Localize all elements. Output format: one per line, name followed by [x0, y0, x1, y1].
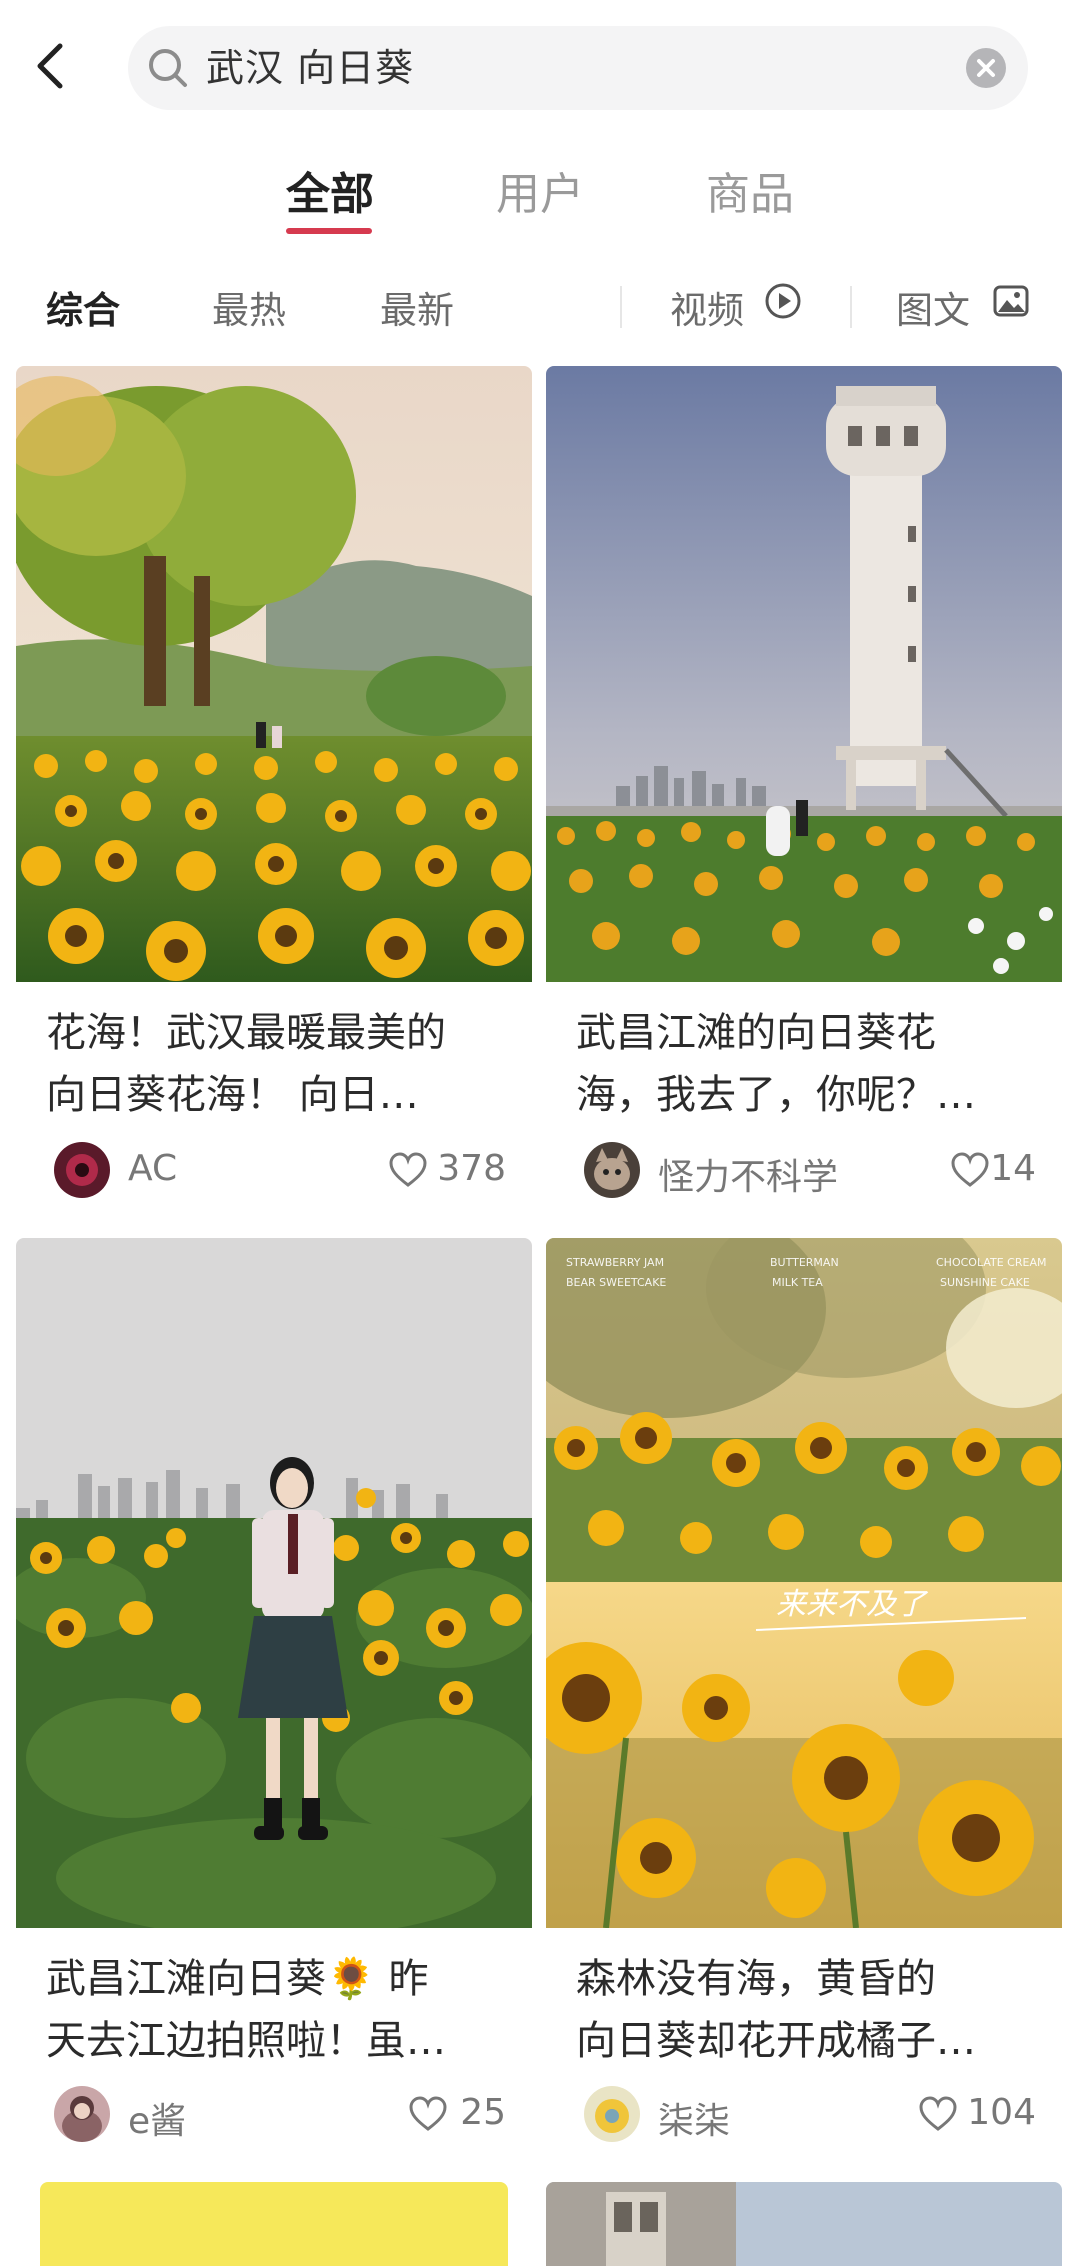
author-name[interactable]: 柒柒 — [658, 2092, 730, 2144]
photo-text: MILK TEA — [772, 1276, 823, 1289]
heart-icon[interactable] — [950, 1152, 990, 1188]
photo-script-text: 来来不及了 — [776, 1587, 929, 1622]
author-name[interactable]: AC — [128, 1148, 177, 1189]
post-title-line: 花海！武汉最暖最美的 — [46, 1010, 446, 1056]
filter-video[interactable]: 视频 — [670, 280, 744, 334]
post-title[interactable]: 武昌江滩的向日葵花 海，我去了，你呢？… — [576, 1002, 1036, 1126]
search-query[interactable]: 武汉 向日葵 — [206, 26, 414, 110]
post-title-line: 武昌江滩向日葵🌻 昨 — [46, 1956, 429, 2002]
clear-icon[interactable] — [966, 48, 1006, 88]
post-card-partial[interactable] — [546, 2182, 1062, 2266]
post-title-line: 武昌江滩的向日葵花 — [576, 1010, 936, 1056]
post-title[interactable]: 森林没有海，黄昏的 向日葵却花开成橘子… — [576, 1948, 1036, 2072]
photo-text: CHOCOLATE CREAM — [936, 1256, 1046, 1269]
post-title[interactable]: 武昌江滩向日葵🌻 昨 天去江边拍照啦！虽… — [46, 1948, 506, 2072]
post-meta: AC 378 — [54, 1142, 506, 1198]
post-title-line: 向日葵却花开成橘子… — [576, 2018, 976, 2064]
post-title-line: 森林没有海，黄昏的 — [576, 1956, 936, 2002]
post-card[interactable]: STRAWBERRY JAM BEAR SWEETCAKE BUTTERMAN … — [546, 1238, 1062, 2158]
post-title-line: 天去江边拍照啦！虽… — [46, 2018, 446, 2064]
post-cover-image[interactable]: STRAWBERRY JAM BEAR SWEETCAKE BUTTERMAN … — [546, 1238, 1062, 1928]
post-meta: e酱 25 — [54, 2086, 506, 2142]
tab-all[interactable]: 全部 — [286, 158, 374, 222]
search-icon — [144, 44, 192, 92]
heart-icon[interactable] — [408, 2096, 448, 2132]
divider — [850, 286, 852, 328]
like-count: 378 — [437, 1148, 506, 1189]
filter-composite[interactable]: 综合 — [46, 280, 120, 334]
post-cover-image[interactable] — [16, 366, 532, 982]
photo-text: STRAWBERRY JAM — [566, 1256, 664, 1269]
author-name[interactable]: 怪力不科学 — [658, 1148, 838, 1200]
filter-bar: 综合 最热 最新 视频 图文 — [0, 260, 1080, 352]
post-meta: 怪力不科学 14 — [584, 1142, 1036, 1198]
result-tabs: 全部 用户 商品 — [0, 140, 1080, 250]
post-card[interactable]: 花海！武汉最暖最美的 向日葵花海！ 向日… AC 378 — [16, 366, 532, 1216]
heart-icon[interactable] — [918, 2096, 958, 2132]
heart-icon[interactable] — [388, 1152, 428, 1188]
avatar[interactable] — [54, 1142, 110, 1198]
play-circle-icon — [764, 282, 802, 320]
post-meta: 柒柒 104 — [584, 2086, 1036, 2142]
author-name[interactable]: e酱 — [128, 2092, 186, 2144]
photo-text: BUTTERMAN — [770, 1256, 839, 1269]
avatar[interactable] — [584, 2086, 640, 2142]
like-count: 104 — [967, 2092, 1036, 2133]
post-card[interactable]: 武昌江滩的向日葵花 海，我去了，你呢？… 怪力不科学 14 — [546, 366, 1062, 1216]
photo-text: BEAR SWEETCAKE — [566, 1276, 666, 1289]
post-cover-image[interactable] — [16, 1238, 532, 1928]
post-title-line: 海，我去了，你呢？… — [576, 1072, 976, 1118]
filter-hottest[interactable]: 最热 — [212, 280, 286, 334]
tab-users[interactable]: 用户 — [496, 158, 584, 222]
like-count: 14 — [990, 1148, 1036, 1189]
post-cover-image[interactable] — [546, 366, 1062, 982]
filter-newest[interactable]: 最新 — [380, 280, 454, 334]
search-header: 武汉 向日葵 — [0, 0, 1080, 130]
filter-image-text[interactable]: 图文 — [896, 280, 970, 334]
back-icon[interactable] — [30, 36, 70, 96]
tab-products[interactable]: 商品 — [706, 158, 794, 222]
post-title[interactable]: 花海！武汉最暖最美的 向日葵花海！ 向日… — [46, 1002, 506, 1126]
post-card-partial[interactable] — [40, 2182, 508, 2266]
post-card[interactable]: 武昌江滩向日葵🌻 昨 天去江边拍照啦！虽… e酱 25 — [16, 1238, 532, 2158]
photo-text: SUNSHINE CAKE — [940, 1276, 1030, 1289]
post-title-line: 向日葵花海！ 向日… — [46, 1072, 419, 1118]
active-tab-indicator — [286, 228, 372, 234]
divider — [620, 286, 622, 328]
search-box[interactable]: 武汉 向日葵 — [128, 26, 1028, 110]
avatar[interactable] — [54, 2086, 110, 2142]
like-count: 25 — [460, 2092, 506, 2133]
avatar[interactable] — [584, 1142, 640, 1198]
image-icon — [992, 282, 1030, 320]
